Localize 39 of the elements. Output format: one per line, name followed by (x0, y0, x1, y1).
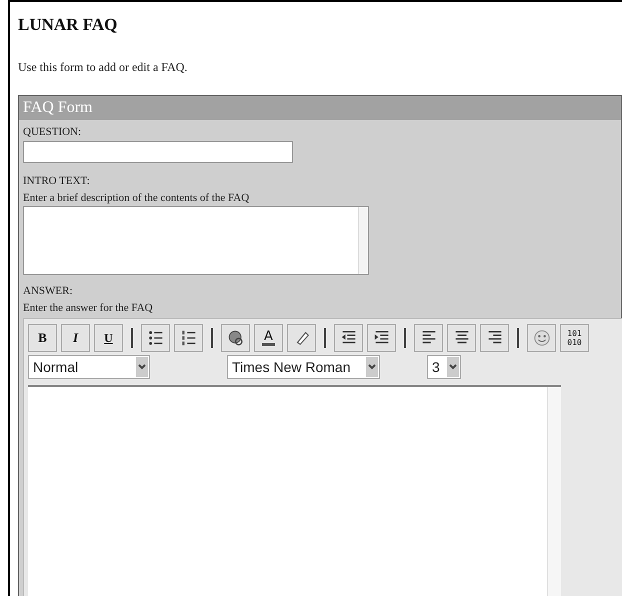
toolbar-separator (404, 328, 406, 348)
dropdown[interactable]: 3 (427, 355, 461, 379)
field-label: QUESTION: (23, 124, 82, 140)
source-button[interactable]: 101 010 (560, 324, 589, 352)
toolbar-separator (211, 328, 213, 348)
scrollbar (358, 207, 368, 274)
intro-text: Use this form to add or edit a FAQ. (18, 58, 188, 76)
highlight-button[interactable] (287, 324, 316, 352)
field-label: INTRO TEXT: (23, 174, 90, 189)
toolbar-separator (517, 328, 519, 348)
globe-icon (226, 329, 244, 347)
link-button[interactable] (221, 324, 250, 352)
bold-label: B (38, 329, 47, 348)
field-hint: Enter the answer for the FAQ (23, 300, 153, 316)
toolbar-separator (131, 328, 133, 348)
question-field[interactable] (23, 141, 293, 163)
field-hint: Enter a brief description of the contents of the FAQ (23, 190, 250, 206)
indent-button[interactable] (367, 324, 396, 352)
page-title: LUNAR FAQ (18, 14, 118, 36)
bullet-list-button[interactable] (141, 324, 170, 352)
smiley-button[interactable] (527, 324, 556, 352)
outdent-button[interactable] (334, 324, 363, 352)
toolbar-separator (324, 328, 326, 348)
bold-button[interactable]: B (28, 324, 57, 352)
dropdown[interactable]: Normal (28, 355, 150, 379)
underline-button[interactable]: U (94, 324, 123, 352)
field-label: ANSWER: (23, 284, 72, 299)
intro-text-area[interactable] (23, 206, 369, 275)
align-right-button[interactable] (480, 324, 509, 352)
align-left-button[interactable] (414, 324, 443, 352)
form-header: FAQ Form (19, 96, 621, 120)
numbered-list-button[interactable] (174, 324, 203, 352)
dropdown[interactable]: Times New Roman (227, 355, 380, 379)
smiley-icon (532, 329, 550, 347)
italic-button[interactable]: I (61, 324, 90, 352)
font-color-button[interactable]: A (254, 324, 283, 352)
align-center-button[interactable] (447, 324, 476, 352)
numbered-list-icon (180, 329, 198, 347)
bullet-list-icon (146, 329, 164, 347)
